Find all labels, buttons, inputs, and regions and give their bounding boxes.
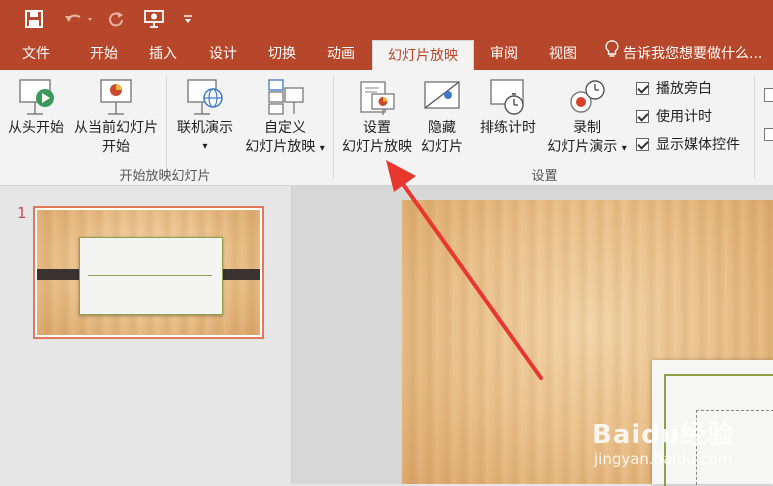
baidu-watermark: Baidu经验 jingyan.baidu.com: [592, 410, 762, 478]
watermark-url: jingyan.baidu.com: [594, 450, 733, 468]
watermark-brand: Baidu经验: [592, 420, 735, 450]
